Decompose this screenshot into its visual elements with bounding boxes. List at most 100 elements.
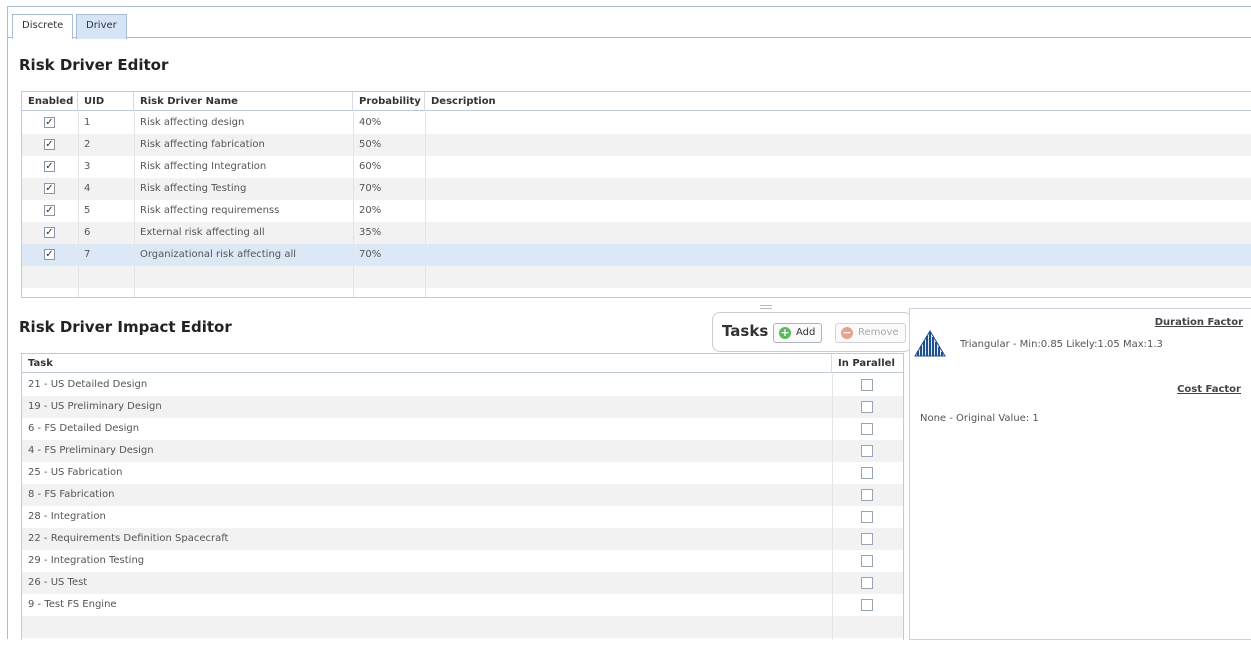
task-cell: 6 - FS Detailed Design [28,423,140,434]
table-row[interactable]: ✓ 3 Risk affecting Integration 60% [22,156,1251,178]
impact-grid: Task In Parallel 9 - Test FS Engine 26 - … [21,353,904,640]
add-task-label: Add [796,327,816,338]
enabled-checkbox[interactable]: ✓ [44,139,55,150]
column-uid[interactable]: UID [78,92,134,111]
in-parallel-checkbox[interactable] [861,401,873,413]
risk-driver-name-cell: Risk affecting requiremenss [140,205,280,216]
impact-grid-body: 9 - Test FS Engine 26 - US Test 29 - Integ… [22,374,903,640]
task-cell: 28 - Integration [28,511,106,522]
remove-task-button[interactable]: − Remove [835,323,906,343]
description-cell [425,156,1251,178]
in-parallel-checkbox[interactable] [861,445,873,457]
in-parallel-checkbox[interactable] [861,511,873,523]
description-cell [425,244,1251,266]
risk-driver-grid-header: Enabled UID Risk Driver Name Probability… [22,92,1251,111]
table-row[interactable]: 8 - FS Fabrication [22,484,903,506]
triangular-distribution-icon [914,330,946,357]
in-parallel-checkbox[interactable] [861,533,873,545]
risk-driver-name-cell: Risk affecting Testing [140,183,247,194]
remove-icon: − [841,326,853,339]
duration-factor-value: Triangular - Min:0.85 Likely:1.05 Max:1.… [960,339,1163,350]
task-cell: 29 - Integration Testing [28,555,145,566]
table-row[interactable]: 19 - US Preliminary Design [22,396,903,418]
risk-driver-grid-body: ✓ 7 Organizational risk affecting all 70% ✓ 6… [22,112,1251,297]
table-row[interactable]: 21 - US Detailed Design [22,374,903,396]
impact-editor-title: Risk Driver Impact Editor [19,318,232,336]
probability-cell: 20% [359,205,382,216]
uid-cell: 6 [84,227,91,238]
column-enabled[interactable]: Enabled [22,92,78,111]
probability-cell: 35% [359,227,382,238]
table-row[interactable]: 26 - US Test [22,572,903,594]
duration-factor-link[interactable]: Duration Factor [1155,317,1243,328]
enabled-checkbox[interactable]: ✓ [44,249,55,260]
tab-discrete[interactable]: Discrete [12,14,74,39]
column-risk-driver-name[interactable]: Risk Driver Name [134,92,353,111]
risk-driver-name-cell: External risk affecting all [140,227,265,238]
description-cell [425,178,1251,200]
table-row[interactable]: 6 - FS Detailed Design [22,418,903,440]
table-row[interactable]: ✓ 2 Risk affecting fabrication 50% [22,134,1251,156]
probability-cell: 70% [359,249,382,260]
empty-row [22,616,903,638]
table-row[interactable]: 9 - Test FS Engine [22,594,903,616]
cost-factor-value: None - Original Value: 1 [920,413,1039,424]
enabled-checkbox[interactable]: ✓ [44,117,55,128]
splitter-handle[interactable] [760,305,772,309]
add-icon: + [779,326,791,339]
in-parallel-checkbox[interactable] [861,423,873,435]
add-task-button[interactable]: + Add [773,323,823,343]
in-parallel-checkbox[interactable] [861,379,873,391]
uid-cell: 4 [84,183,91,194]
task-cell: 25 - US Fabrication [28,467,123,478]
task-cell: 19 - US Preliminary Design [28,401,162,412]
task-cell: 26 - US Test [28,577,88,588]
risk-driver-grid: Enabled UID Risk Driver Name Probability… [21,91,1251,298]
table-row[interactable]: 4 - FS Preliminary Design [22,440,903,462]
uid-cell: 1 [84,117,91,128]
probability-cell: 70% [359,183,382,194]
enabled-checkbox[interactable]: ✓ [44,183,55,194]
empty-row [22,638,903,660]
table-row[interactable]: 25 - US Fabrication [22,462,903,484]
task-cell: 9 - Test FS Engine [28,599,117,610]
in-parallel-checkbox[interactable] [861,599,873,611]
impact-grid-header: Task In Parallel [22,354,903,373]
enabled-checkbox[interactable]: ✓ [44,161,55,172]
table-row[interactable]: 22 - Requirements Definition Spacecraft [22,528,903,550]
column-probability[interactable]: Probability [353,92,425,111]
risk-driver-editor-title: Risk Driver Editor [19,56,169,74]
empty-row [22,288,1251,310]
tasks-label: Tasks [722,322,769,340]
table-row[interactable]: ✓ 5 Risk affecting requiremenss 20% [22,200,1251,222]
empty-row [22,266,1251,288]
table-row[interactable]: 28 - Integration [22,506,903,528]
description-cell [425,112,1251,134]
task-cell: 8 - FS Fabrication [28,489,115,500]
column-task[interactable]: Task [22,354,832,373]
enabled-checkbox[interactable]: ✓ [44,227,55,238]
task-cell: 22 - Requirements Definition Spacecraft [28,533,229,544]
uid-cell: 5 [84,205,91,216]
in-parallel-checkbox[interactable] [861,467,873,479]
cost-factor-link[interactable]: Cost Factor [1177,384,1241,395]
table-row[interactable]: ✓ 6 External risk affecting all 35% [22,222,1251,244]
task-cell: 21 - US Detailed Design [28,379,148,390]
in-parallel-checkbox[interactable] [861,555,873,567]
column-description[interactable]: Description [425,92,1251,111]
table-row[interactable]: ✓ 1 Risk affecting design 40% [22,112,1251,134]
description-cell [425,222,1251,244]
risk-driver-name-cell: Organizational risk affecting all [140,249,297,260]
risk-driver-name-cell: Risk affecting design [140,117,245,128]
table-row[interactable]: ✓ 4 Risk affecting Testing 70% [22,178,1251,200]
tab-bar: Discrete Driver [8,7,1251,39]
enabled-checkbox[interactable]: ✓ [44,205,55,216]
tab-driver[interactable]: Driver [76,14,127,39]
in-parallel-checkbox[interactable] [861,489,873,501]
description-cell [425,134,1251,156]
table-row[interactable]: ✓ 7 Organizational risk affecting all 70% [22,244,1251,266]
in-parallel-checkbox[interactable] [861,577,873,589]
uid-cell: 2 [84,139,91,150]
table-row[interactable]: 29 - Integration Testing [22,550,903,572]
column-in-parallel[interactable]: In Parallel [832,354,903,373]
